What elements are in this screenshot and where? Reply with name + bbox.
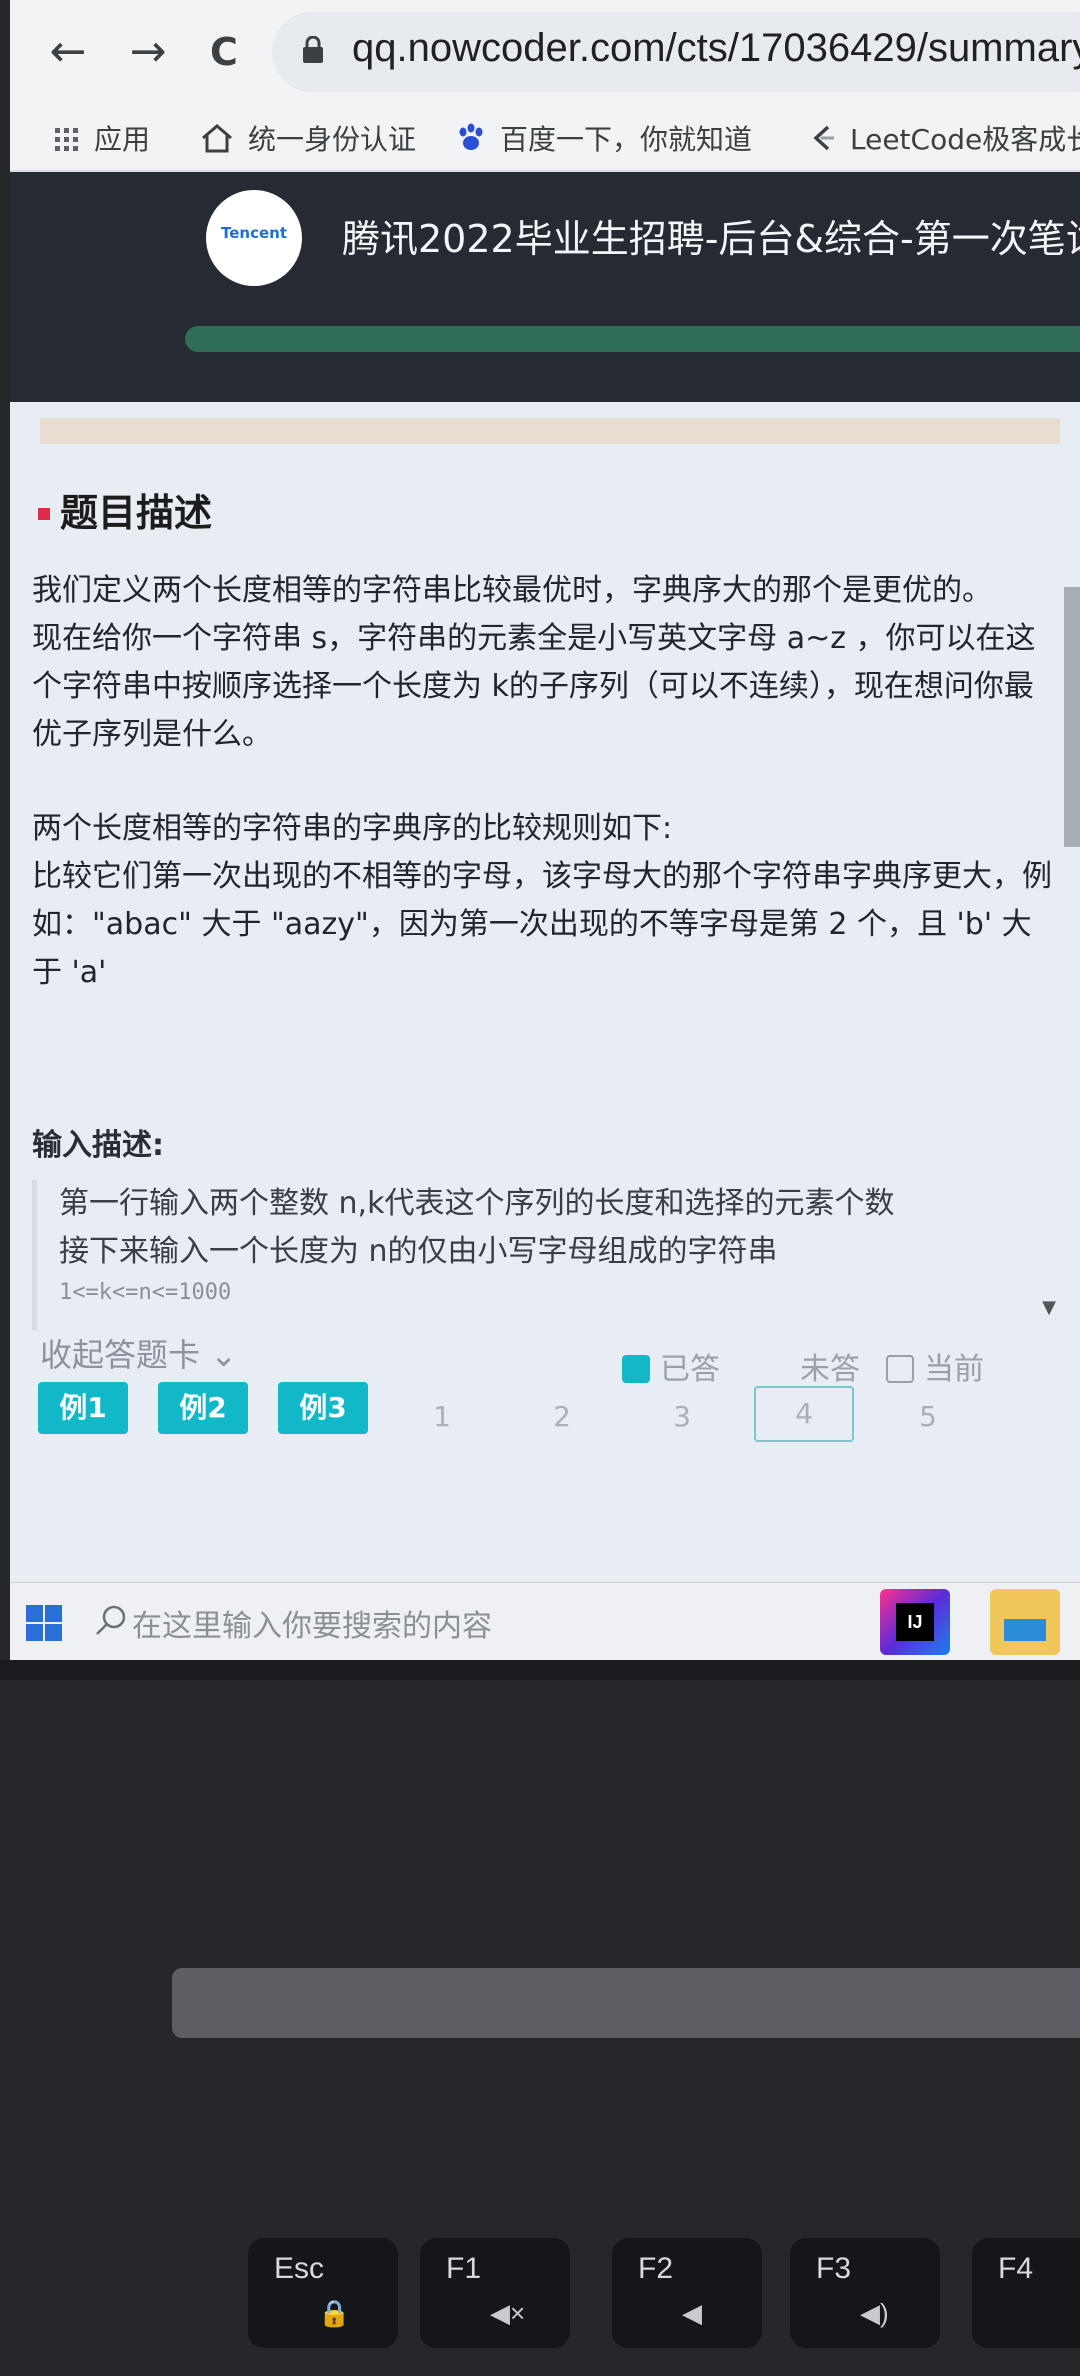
example-3-button[interactable]: 例3: [278, 1382, 368, 1434]
legend-current: 当前: [886, 1344, 984, 1388]
bookmark-identity-auth[interactable]: 统一身份认证: [200, 118, 416, 158]
key-label: F2: [638, 2252, 674, 2285]
description-paragraph: 两个长度相等的字符串的字典序的比较规则如下:: [32, 811, 673, 846]
f2-key: F2 ◀: [612, 2238, 762, 2348]
exam-title: 腾讯2022毕业生招聘-后台&综合-第一次笔试: [342, 217, 1080, 261]
chevron-down-icon: ⌄: [210, 1336, 237, 1374]
scroll-down-icon[interactable]: ▼: [1042, 1297, 1056, 1318]
bookmark-label: 应用: [94, 123, 151, 156]
description-paragraph: 比较它们第一次出现的不相等的字母，该字母大的那个字符串字典序更大，例如："aba…: [32, 859, 1052, 990]
volume-up-icon: ◀): [860, 2298, 889, 2328]
bookmark-label: 百度一下，你就知道: [500, 123, 753, 156]
vertical-scrollbar[interactable]: [1064, 587, 1080, 847]
example-2-button[interactable]: 例2: [158, 1382, 248, 1434]
current-square-icon: [886, 1355, 914, 1383]
section-title: 题目描述: [38, 482, 212, 537]
legend-label: 未答: [800, 1352, 860, 1387]
tencent-logo: Tencent: [206, 190, 302, 286]
laptop-hinge-slot: [172, 1968, 1080, 2038]
address-bar[interactable]: qq.nowcoder.com/cts/17036429/summary?id=: [272, 12, 1080, 92]
tab-strip: [40, 418, 1060, 444]
key-label: Esc: [274, 2252, 325, 2285]
example-1-button[interactable]: 例1: [38, 1382, 128, 1434]
forward-button[interactable]: →: [120, 24, 176, 80]
section-title-text: 题目描述: [60, 491, 213, 535]
windows-start-icon[interactable]: [24, 1603, 64, 1643]
reload-icon: C: [210, 30, 238, 74]
bookmark-label: 统一身份认证: [248, 123, 417, 156]
bookmarks-bar: 应用 统一身份认证 百度一下，你就知道 LeetCode极客成长: [10, 108, 1080, 171]
windows-taskbar: 在这里输入你要搜索的内容 IJ: [10, 1582, 1080, 1660]
legend-label: 当前: [924, 1352, 984, 1387]
question-3-button[interactable]: 3: [652, 1400, 712, 1433]
bookmark-apps[interactable]: 应用: [54, 118, 150, 158]
exam-header: Tencent 腾讯2022毕业生招聘-后台&综合-第一次笔试: [10, 172, 1080, 402]
screen-bottom-bezel: [0, 1660, 1080, 1680]
description-paragraph: 现在给你一个字符串 s，字符串的元素全是小写英文字母 a~z ，你可以在这个字符…: [32, 621, 1036, 752]
answered-square-icon: [622, 1355, 650, 1383]
question-4-button[interactable]: 4: [754, 1386, 854, 1442]
logo-text: Tencent: [220, 224, 287, 242]
home-icon: [202, 124, 232, 153]
f1-key: F1 ◀×: [420, 2238, 570, 2348]
bookmark-leetcode[interactable]: LeetCode极客成长: [810, 118, 1080, 158]
reload-button[interactable]: C: [196, 24, 252, 80]
esc-key: Esc 🔒: [248, 2238, 398, 2348]
browser-toolbar: ← → C qq.nowcoder.com/cts/17036429/summa…: [10, 0, 1080, 108]
lock-icon: 🔒: [318, 2298, 351, 2328]
forward-arrow-icon: →: [129, 26, 167, 77]
constraint-line: 1<=k<=n<=1000: [59, 1280, 232, 1305]
input-line: 接下来输入一个长度为 n的仅由小写字母组成的字符串: [59, 1234, 778, 1269]
taskbar-search-placeholder: 在这里输入你要搜索的内容: [132, 1609, 492, 1644]
file-explorer-icon[interactable]: [990, 1589, 1060, 1655]
collapse-answer-card-button[interactable]: 收起答题卡 ⌄: [40, 1330, 237, 1376]
baidu-paw-icon: [459, 123, 483, 150]
question-2-button[interactable]: 2: [532, 1400, 592, 1433]
lock-icon: [303, 36, 323, 63]
f3-key: F3 ◀): [790, 2238, 940, 2348]
exam-progress-bar: [185, 326, 1080, 352]
input-heading: 输入描述:: [32, 1128, 164, 1163]
description-paragraph: 我们定义两个长度相等的字符串比较最优时，字典序大的那个是更优的。: [32, 573, 992, 608]
key-label: F3: [816, 2252, 852, 2285]
back-arrow-icon: ←: [49, 26, 87, 77]
key-label: F4: [998, 2252, 1034, 2285]
intellij-idea-icon[interactable]: IJ: [880, 1589, 950, 1655]
url-text: qq.nowcoder.com/cts/17036429/summary?id=: [352, 26, 1080, 70]
legend-answered: 已答: [622, 1344, 720, 1388]
leetcode-icon: [813, 125, 834, 151]
mute-icon: ◀×: [490, 2298, 526, 2328]
question-5-button[interactable]: 5: [898, 1400, 958, 1433]
bookmark-baidu[interactable]: 百度一下，你就知道: [456, 118, 752, 158]
f4-key: F4: [972, 2238, 1080, 2348]
toggle-label: 收起答题卡: [40, 1336, 201, 1374]
legend-unanswered: 未答: [800, 1344, 860, 1388]
problem-panel: 题目描述 我们定义两个长度相等的字符串比较最优时，字典序大的那个是更优的。 现在…: [10, 402, 1080, 1582]
bookmark-label: LeetCode极客成长: [850, 123, 1080, 156]
input-description: 第一行输入两个整数 n,k代表这个序列的长度和选择的元素个数 接下来输入一个长度…: [32, 1180, 1059, 1330]
input-line: 第一行输入两个整数 n,k代表这个序列的长度和选择的元素个数: [59, 1186, 895, 1221]
volume-down-icon: ◀: [682, 2298, 702, 2328]
legend-label: 已答: [660, 1352, 720, 1387]
taskbar-search-box[interactable]: 在这里输入你要搜索的内容: [74, 1583, 574, 1660]
monitor-screen: ← → C qq.nowcoder.com/cts/17036429/summa…: [10, 0, 1080, 1660]
question-1-button[interactable]: 1: [412, 1400, 472, 1433]
apps-grid-icon: [55, 128, 78, 151]
section-marker-icon: [38, 508, 50, 520]
back-button[interactable]: ←: [40, 24, 96, 80]
key-label: F1: [446, 2252, 482, 2285]
search-icon: [96, 1605, 126, 1635]
problem-description: 我们定义两个长度相等的字符串比较最优时，字典序大的那个是更优的。 现在给你一个字…: [32, 567, 1052, 997]
